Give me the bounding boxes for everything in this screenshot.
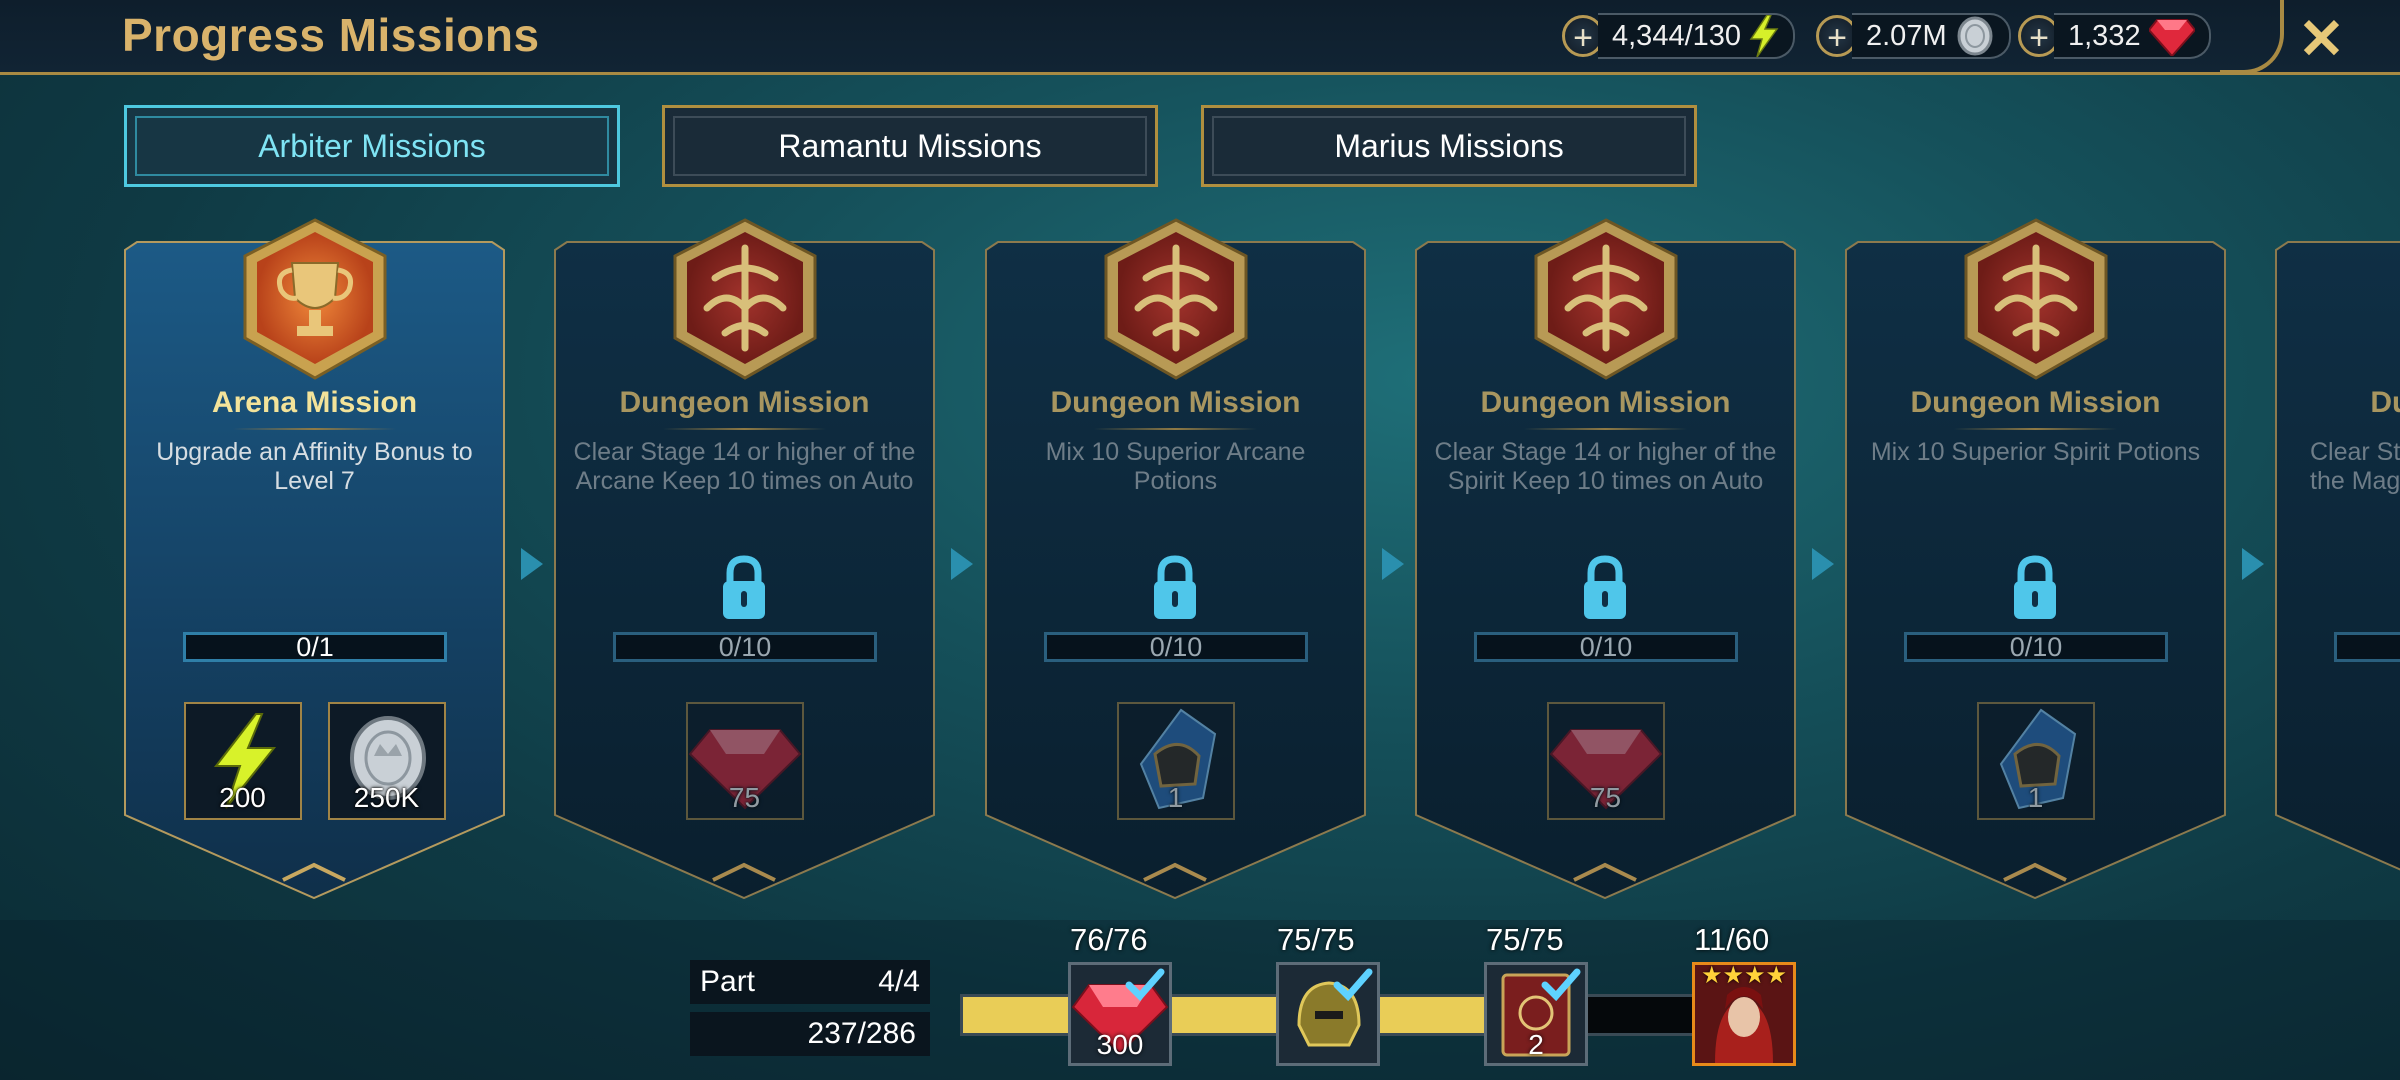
reward-shard[interactable]: 1: [1116, 702, 1235, 820]
energy-value: 4,344/130: [1612, 19, 1742, 52]
lock-icon: [2014, 555, 2056, 619]
reward-gems[interactable]: 75: [1546, 702, 1665, 820]
part-indicator: Part 4/4: [690, 960, 930, 1004]
dungeon-dragon-icon: [1534, 218, 1678, 380]
mission-card-dungeon-4[interactable]: Dungeon Mission Mix 10 Superior Spirit P…: [1844, 218, 2227, 900]
mission-description: Clear Stage 14 or higher of the Spirit K…: [1434, 438, 1777, 495]
mission-description: Upgrade an Affinity Bonus to Level 7: [156, 438, 473, 495]
next-arrow-icon: [2242, 548, 2264, 580]
milestone-reward-champion[interactable]: ★★★★: [1692, 962, 1796, 1066]
tab-ramantu-missions[interactable]: Ramantu Missions: [662, 105, 1158, 187]
tab-marius-missions[interactable]: Marius Missions: [1201, 105, 1697, 187]
checkmark-icon: [1541, 968, 1581, 1001]
mission-title: Dungeon Mission: [1480, 386, 1731, 419]
tab-arbiter-missions[interactable]: Arbiter Missions: [124, 105, 620, 187]
mission-card-dungeon-5[interactable]: Dun Clear St the Mag: [2274, 240, 2400, 900]
silver-coin-icon: [1957, 16, 1993, 56]
energy-resource[interactable]: + 4,344/130: [1562, 11, 1796, 61]
milestone-progress-fill: [963, 997, 1573, 1033]
mission-description: Clear St the Mag: [2310, 438, 2400, 495]
close-button[interactable]: ✕: [2298, 6, 2345, 72]
milestone-reward-helmet[interactable]: [1276, 962, 1380, 1066]
mission-progress: 0/1: [183, 632, 447, 662]
milestone-label: 11/60: [1694, 922, 1770, 957]
header-corner-ornament: [2220, 0, 2284, 74]
energy-icon: [1749, 15, 1779, 57]
part-label: Part: [700, 965, 756, 998]
mission-description: Clear Stage 14 or higher of the Arcane K…: [573, 438, 916, 495]
mission-progress: 0/10: [1904, 632, 2168, 662]
mission-title: Arena Mission: [211, 386, 418, 419]
mission-card-dungeon-1[interactable]: Dungeon Mission Clear Stage 14 or higher…: [553, 218, 936, 900]
points-value: 237/286: [807, 1017, 916, 1050]
lock-icon: [723, 555, 765, 619]
mission-title: Dungeon Mission: [619, 386, 870, 419]
lock-icon: [1154, 555, 1196, 619]
reward-gems[interactable]: 75: [685, 702, 804, 820]
milestone-label: 75/75: [1486, 922, 1564, 957]
mission-description: Mix 10 Superior Arcane Potions: [1045, 438, 1306, 495]
mission-rewards: 75: [1414, 702, 1797, 820]
next-arrow-icon: [1382, 548, 1404, 580]
mission-card-arena[interactable]: Arena Mission Upgrade an Affinity Bonus …: [123, 218, 506, 900]
top-bar: Progress Missions + 4,344/130 + 2.07M + …: [0, 0, 2400, 75]
dungeon-dragon-icon: [1964, 218, 2108, 380]
mission-rewards: 1: [1844, 702, 2227, 820]
part-value: 4/4: [878, 965, 920, 998]
checkmark-icon: [1333, 968, 1373, 1001]
points-indicator: 237/286: [690, 1012, 930, 1056]
mission-progress: 0/10: [1474, 632, 1738, 662]
milestone-label: 75/75: [1277, 922, 1355, 957]
gems-value: 1,332: [2068, 19, 2141, 52]
reward-energy[interactable]: 200: [183, 702, 302, 820]
silver-resource[interactable]: + 2.07M: [1816, 11, 2011, 61]
next-arrow-icon: [951, 548, 973, 580]
milestone-reward-gems[interactable]: 300: [1068, 962, 1172, 1066]
silver-value: 2.07M: [1866, 19, 1947, 52]
mission-title: Dungeon Mission: [1050, 386, 1301, 419]
dungeon-dragon-icon: [1104, 218, 1248, 380]
lock-icon: [1584, 555, 1626, 619]
mission-description: Mix 10 Superior Spirit Potions: [1870, 438, 2201, 466]
checkmark-icon: [1125, 968, 1165, 1001]
next-arrow-icon: [1812, 548, 1834, 580]
mission-rewards: 75: [553, 702, 936, 820]
mission-title: Dun: [2370, 386, 2400, 419]
gems-resource[interactable]: + 1,332: [2018, 11, 2211, 61]
ruby-gem-icon: [2148, 19, 2195, 56]
reward-silver[interactable]: 250K: [327, 702, 446, 820]
next-arrow-icon: [521, 548, 543, 580]
mission-progress: 0/10: [1044, 632, 1308, 662]
star-rating: ★★★★: [1701, 962, 1788, 989]
mission-progress: 0/10: [613, 632, 877, 662]
milestone-label: 76/76: [1070, 922, 1148, 957]
trophy-icon: [243, 218, 387, 380]
mission-rewards: 1: [984, 702, 1367, 820]
page-title: Progress Missions: [122, 9, 540, 61]
mission-card-dungeon-2[interactable]: Dungeon Mission Mix 10 Superior Arcane P…: [984, 218, 1367, 900]
mission-title: Dungeon Mission: [1910, 386, 2161, 419]
milestone-reward-tome[interactable]: 2: [1484, 962, 1588, 1066]
mission-progress: [2334, 632, 2400, 662]
mission-rewards: 200 250K: [123, 702, 506, 820]
dungeon-dragon-icon: [673, 218, 817, 380]
mission-card-dungeon-3[interactable]: Dungeon Mission Clear Stage 14 or higher…: [1414, 218, 1797, 900]
reward-shard[interactable]: 1: [1976, 702, 2095, 820]
